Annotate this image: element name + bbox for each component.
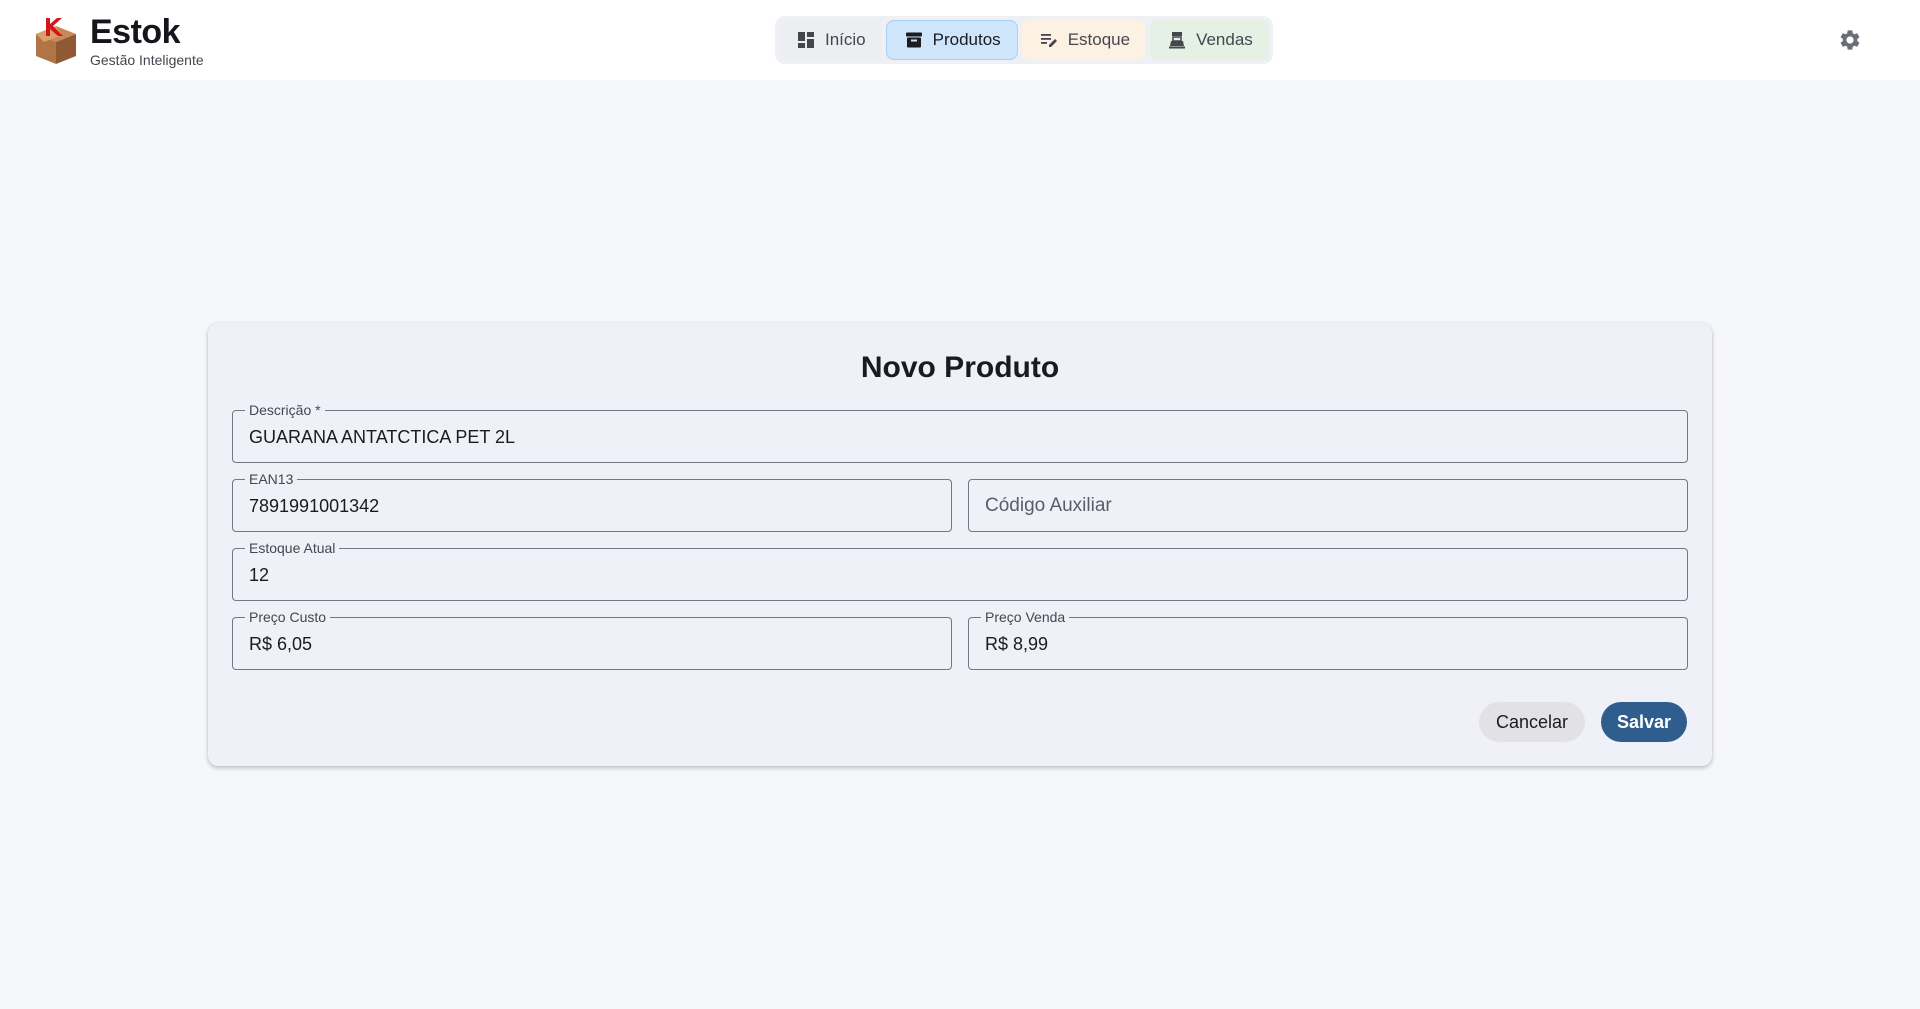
current-stock-label: Estoque Atual [245, 540, 340, 556]
cost-price-label: Preço Custo [245, 609, 331, 625]
description-label: Descrição * [245, 402, 325, 418]
sale-price-value: R$ 8,99 [985, 634, 1049, 654]
ean13-field[interactable]: EAN13 7891991001342 [232, 471, 952, 532]
sale-price-field[interactable]: Preço Venda R$ 8,99 [968, 609, 1688, 670]
page-title: Novo Produto [860, 351, 1060, 384]
description-value: GUARANA ANTATCTICA PET 2L [249, 427, 516, 447]
main-nav: Início Produtos Estoque Vendas [775, 16, 1273, 64]
box-logo-icon [36, 18, 76, 64]
brand-tagline: Gestão Inteligente [90, 52, 204, 68]
cash-register-icon [1169, 32, 1186, 49]
tab-products[interactable]: Produtos [885, 20, 1018, 60]
app-header: Estok Gestão Inteligente Início Produtos [0, 0, 1920, 80]
tab-home[interactable]: Início [779, 20, 882, 60]
ean13-value: 7891991001342 [249, 496, 380, 516]
tab-sales[interactable]: Vendas [1150, 20, 1269, 60]
current-stock-field[interactable]: Estoque Atual 12 [232, 540, 1688, 601]
tab-home-label: Início [825, 30, 866, 49]
archive-icon [905, 32, 922, 48]
dashboard-icon [798, 32, 814, 48]
edit-list-icon [1040, 34, 1057, 47]
aux-code-field[interactable] [968, 479, 1688, 532]
new-product-card: Novo Produto Descrição * GUARANA ANTATCT… [208, 323, 1712, 766]
brand[interactable]: Estok Gestão Inteligente [32, 14, 204, 68]
settings-button[interactable] [1838, 28, 1862, 52]
current-stock-value: 12 [249, 565, 270, 585]
cost-price-value: R$ 6,05 [249, 634, 313, 654]
sale-price-label: Preço Venda [981, 609, 1070, 625]
gear-icon [1840, 30, 1860, 50]
tab-sales-label: Vendas [1196, 30, 1253, 49]
brand-name: Estok [90, 13, 181, 51]
tab-products-label: Produtos [932, 30, 1001, 49]
cancel-button[interactable]: Cancelar [1479, 702, 1585, 742]
ean13-label: EAN13 [245, 471, 298, 487]
save-button[interactable]: Salvar [1601, 702, 1687, 742]
cost-price-field[interactable]: Preço Custo R$ 6,05 [232, 609, 952, 670]
tab-stock-label: Estoque [1067, 30, 1131, 49]
tab-stock[interactable]: Estoque [1021, 20, 1147, 60]
description-field[interactable]: Descrição * GUARANA ANTATCTICA PET 2L [232, 402, 1688, 463]
aux-code-input[interactable] [969, 480, 1687, 531]
